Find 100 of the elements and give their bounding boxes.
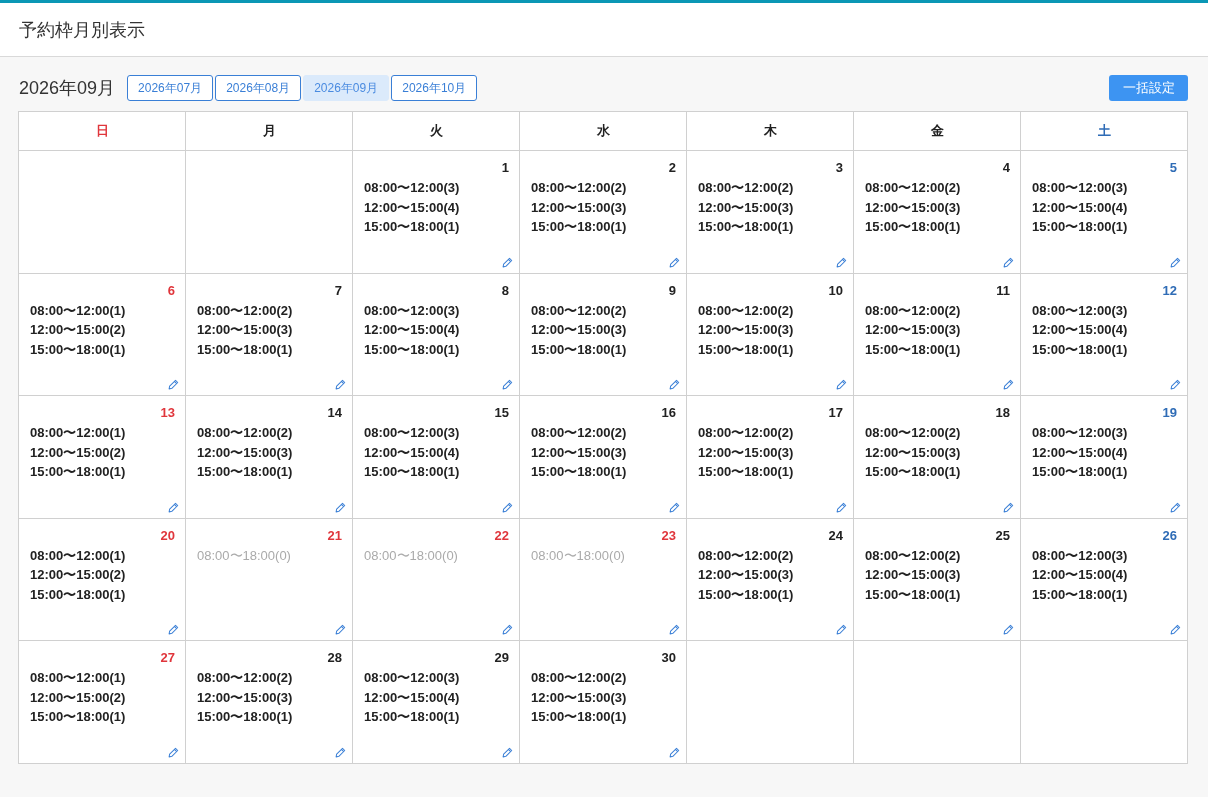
time-slot-text: 08:00〜12:00(2) — [865, 424, 961, 443]
time-slot-text: 12:00〜15:00(4) — [1032, 566, 1128, 585]
pencil-icon[interactable] — [1170, 624, 1181, 636]
day-number: 1 — [501, 159, 509, 177]
time-slot-text: 12:00〜15:00(3) — [197, 688, 293, 707]
time-slot-text: 12:00〜15:00(2) — [30, 443, 126, 462]
pencil-icon[interactable] — [335, 501, 346, 513]
time-slot-text: 15:00〜18:00(1) — [364, 463, 460, 482]
time-slot-text: 15:00〜18:00(1) — [698, 340, 794, 359]
time-slot-text: 08:00〜12:00(1) — [30, 301, 126, 320]
time-slot-text: 15:00〜18:00(1) — [1032, 585, 1128, 604]
month-button[interactable]: 2026年10月 — [391, 75, 478, 101]
pencil-icon[interactable] — [1170, 256, 1181, 268]
day-number: 9 — [668, 281, 676, 300]
time-slot-text: 15:00〜18:00(1) — [364, 708, 460, 727]
time-slot-text: 15:00〜18:00(1) — [531, 708, 627, 727]
time-slot-text: 08:00〜12:00(1) — [30, 424, 126, 443]
day-number: 16 — [661, 404, 676, 423]
time-slot-text: 12:00〜15:00(3) — [698, 198, 794, 217]
day-number: 27 — [160, 649, 175, 668]
day-number: 4 — [1002, 159, 1010, 177]
pencil-icon[interactable] — [1003, 501, 1014, 513]
day-number: 25 — [995, 526, 1010, 545]
time-slot-text: 08:00〜12:00(2) — [531, 669, 627, 688]
day-number: 15 — [494, 404, 509, 423]
pencil-icon[interactable] — [669, 501, 680, 513]
day-number: 2 — [668, 159, 676, 177]
pencil-icon[interactable] — [836, 624, 847, 636]
time-slot-text: 12:00〜15:00(4) — [364, 443, 460, 462]
time-slot-text: 12:00〜15:00(3) — [865, 198, 961, 217]
pencil-icon[interactable] — [669, 256, 680, 268]
pencil-icon[interactable] — [168, 624, 179, 636]
day-number: 21 — [327, 526, 342, 545]
time-slot-text: 15:00〜18:00(1) — [865, 340, 961, 359]
time-slot-text: 12:00〜15:00(3) — [531, 198, 627, 217]
month-button[interactable]: 2026年08月 — [215, 75, 302, 101]
time-slot-text: 15:00〜18:00(1) — [698, 585, 794, 604]
day-number: 5 — [1169, 159, 1177, 177]
time-slot-text: 08:00〜12:00(2) — [197, 301, 293, 320]
time-slot-text: 15:00〜18:00(1) — [698, 218, 794, 236]
time-slot-text: 08:00〜12:00(3) — [1032, 179, 1128, 197]
time-slot-text: 12:00〜15:00(3) — [865, 321, 961, 340]
day-number: 6 — [167, 281, 175, 300]
pencil-icon[interactable] — [502, 624, 513, 636]
pencil-icon[interactable] — [669, 746, 680, 758]
time-slot-text: 12:00〜15:00(3) — [531, 688, 627, 707]
pencil-icon[interactable] — [335, 624, 346, 636]
time-slot-text: 12:00〜15:00(2) — [30, 566, 126, 585]
time-slot-text: 12:00〜15:00(3) — [698, 321, 794, 340]
month-button[interactable]: 2026年07月 — [127, 75, 214, 101]
pencil-icon[interactable] — [836, 256, 847, 268]
time-slot-text: 08:00〜12:00(2) — [531, 301, 627, 320]
time-slot-text: 15:00〜18:00(1) — [865, 585, 961, 604]
day-number: 30 — [661, 649, 676, 668]
pencil-icon[interactable] — [836, 501, 847, 513]
time-slot-text: 08:00〜18:00(0) — [531, 546, 625, 565]
pencil-icon[interactable] — [836, 379, 847, 391]
pencil-icon[interactable] — [502, 256, 513, 268]
pencil-icon[interactable] — [502, 379, 513, 391]
time-slot-text: 08:00〜12:00(2) — [531, 424, 627, 443]
pencil-icon[interactable] — [1003, 624, 1014, 636]
time-slot-text: 15:00〜18:00(1) — [364, 340, 460, 359]
time-slot-text: 15:00〜18:00(1) — [197, 340, 293, 359]
time-slot-text: 15:00〜18:00(1) — [531, 218, 627, 236]
bulk-settings-button[interactable]: 一括設定 — [1109, 75, 1188, 101]
time-slot-text: 08:00〜12:00(3) — [1032, 301, 1128, 320]
pencil-icon[interactable] — [502, 501, 513, 513]
pencil-icon[interactable] — [1003, 379, 1014, 391]
pencil-icon[interactable] — [1170, 501, 1181, 513]
time-slot-text: 08:00〜18:00(0) — [364, 546, 458, 565]
time-slot-text: 08:00〜12:00(3) — [1032, 424, 1128, 443]
time-slot-text: 15:00〜18:00(1) — [30, 463, 126, 482]
time-slot-text: 15:00〜18:00(1) — [1032, 340, 1128, 359]
pencil-icon[interactable] — [335, 379, 346, 391]
pencil-icon[interactable] — [669, 624, 680, 636]
pencil-icon[interactable] — [1170, 379, 1181, 391]
time-slot-text: 15:00〜18:00(1) — [865, 218, 961, 236]
time-slot-text: 08:00〜12:00(2) — [698, 179, 794, 197]
day-number: 7 — [334, 281, 342, 300]
time-slot-text: 15:00〜18:00(1) — [531, 340, 627, 359]
time-slot-text: 08:00〜12:00(3) — [1032, 546, 1128, 565]
pencil-icon[interactable] — [168, 746, 179, 758]
time-slot-text: 15:00〜18:00(1) — [1032, 463, 1128, 482]
day-number: 28 — [327, 649, 342, 668]
pencil-icon[interactable] — [335, 746, 346, 758]
time-slot-text: 08:00〜12:00(2) — [698, 301, 794, 320]
time-slot-text: 12:00〜15:00(4) — [1032, 198, 1128, 217]
time-slot-text: 12:00〜15:00(3) — [197, 321, 293, 340]
pencil-icon[interactable] — [168, 501, 179, 513]
day-number: 29 — [494, 649, 509, 668]
day-number: 24 — [828, 526, 843, 545]
pencil-icon[interactable] — [1003, 256, 1014, 268]
pencil-icon[interactable] — [669, 379, 680, 391]
time-slot-text: 08:00〜12:00(2) — [531, 179, 627, 197]
time-slot-text: 12:00〜15:00(4) — [1032, 321, 1128, 340]
month-button[interactable]: 2026年09月 — [303, 75, 390, 101]
day-number: 11 — [996, 281, 1010, 300]
pencil-icon[interactable] — [168, 379, 179, 391]
day-number: 18 — [995, 404, 1010, 423]
pencil-icon[interactable] — [502, 746, 513, 758]
